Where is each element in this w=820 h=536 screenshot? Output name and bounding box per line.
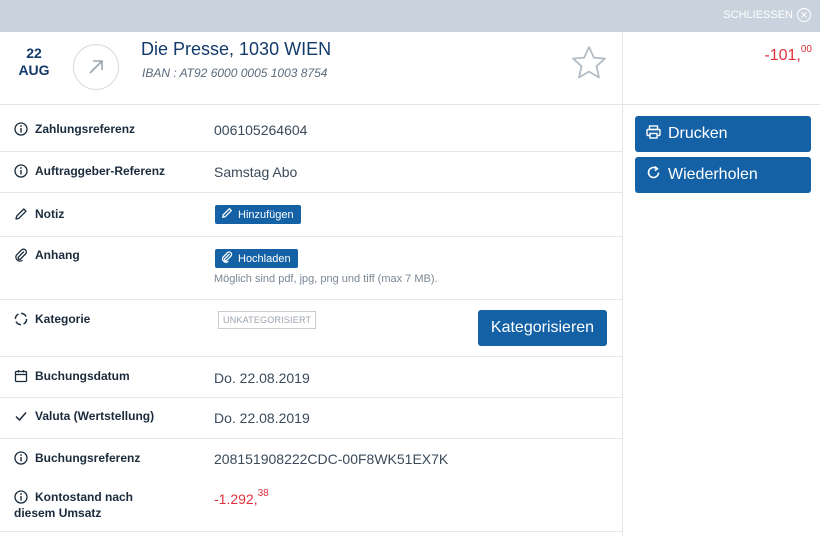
kategorie-label-wrap: Kategorie xyxy=(14,311,90,327)
upload-button[interactable]: Hochladen xyxy=(215,249,298,268)
add-note-label: Hinzufügen xyxy=(238,208,294,221)
detail-row-valuta: Valuta (Wertstellung) Do. 22.08.2019 xyxy=(0,398,622,439)
info-icon xyxy=(14,490,28,504)
detail-row-auftraggeber: Auftraggeber-Referenz Samstag Abo xyxy=(0,152,622,193)
kontostand-label-wrap: Kontostand nach xyxy=(14,489,133,505)
valuta-value: Do. 22.08.2019 xyxy=(214,410,310,426)
transaction-amount: -101,00 xyxy=(764,44,812,65)
upload-hint: Möglich sind pdf, jpg, png und tiff (max… xyxy=(214,273,438,285)
notiz-label-wrap: Notiz xyxy=(14,206,64,222)
balance-main: -1.292, xyxy=(214,491,258,507)
close-icon: ✕ xyxy=(797,8,811,22)
paperclip-icon xyxy=(14,248,28,262)
pencil-icon xyxy=(14,207,28,221)
detail-row-kontostand: Kontostand nach diesem Umsatz -1.292,38 xyxy=(0,480,622,532)
zahlungsreferenz-label: Zahlungsreferenz xyxy=(35,122,136,136)
info-icon xyxy=(14,164,28,178)
auftraggeber-label: Auftraggeber-Referenz xyxy=(35,164,166,178)
close-label: SCHLIESSEN xyxy=(723,9,793,21)
paperclip-icon xyxy=(221,251,233,266)
favorite-star-icon[interactable] xyxy=(570,44,608,82)
print-button[interactable]: Drucken xyxy=(635,116,811,152)
checkmark-icon xyxy=(14,409,28,423)
info-icon xyxy=(14,122,28,136)
kontostand-label-line1: Kontostand nach xyxy=(35,490,133,504)
kategorie-label: Kategorie xyxy=(35,312,91,326)
repeat-button[interactable]: Wiederholen xyxy=(635,157,811,193)
detail-row-zahlungsreferenz: Zahlungsreferenz 006105264604 xyxy=(0,106,622,152)
printer-icon xyxy=(646,124,661,144)
date-month: AUG xyxy=(18,62,50,78)
buchungsdatum-value: Do. 22.08.2019 xyxy=(214,370,310,386)
detail-row-kategorie: Kategorie UNKATEGORISIERT Kategorisieren xyxy=(0,300,622,357)
buchungsreferenz-label-wrap: Buchungsreferenz xyxy=(14,450,140,466)
print-label: Drucken xyxy=(668,125,728,142)
buchungsreferenz-value: 208151908222CDC-00F8WK51EX7K xyxy=(214,451,449,467)
outgoing-arrow-icon xyxy=(73,44,119,90)
detail-row-buchungsdatum: Buchungsdatum Do. 22.08.2019 xyxy=(0,357,622,398)
balance-after-value: -1.292,38 xyxy=(214,488,269,507)
transaction-title: Die Presse, 1030 WIEN xyxy=(141,39,332,59)
valuta-label: Valuta (Wertstellung) xyxy=(35,409,155,423)
auftraggeber-label-wrap: Auftraggeber-Referenz xyxy=(14,163,165,179)
close-button[interactable]: SCHLIESSEN ✕ xyxy=(723,8,811,22)
anhang-label-wrap: Anhang xyxy=(14,247,80,263)
amount-cents: 00 xyxy=(800,44,812,55)
info-icon xyxy=(14,451,28,465)
add-note-button[interactable]: Hinzufügen xyxy=(215,205,301,224)
zahlungsreferenz-value: 006105264604 xyxy=(214,122,308,138)
buchungsdatum-label: Buchungsdatum xyxy=(35,369,130,383)
category-badge: UNKATEGORISIERT xyxy=(218,311,317,329)
detail-row-notiz: Notiz Hinzufügen xyxy=(0,193,622,237)
categorize-button[interactable]: Kategorisieren xyxy=(478,310,607,346)
buchungsreferenz-label: Buchungsreferenz xyxy=(35,451,141,465)
amount-main: -101, xyxy=(764,47,801,64)
repeat-icon xyxy=(646,165,661,185)
transaction-iban: IBAN : AT92 6000 0005 1003 8754 xyxy=(142,66,328,80)
column-divider xyxy=(622,32,623,536)
kontostand-label-line2: diesem Umsatz xyxy=(14,506,102,520)
anhang-label: Anhang xyxy=(35,248,80,262)
upload-label: Hochladen xyxy=(238,252,291,265)
calendar-icon xyxy=(14,369,28,383)
buchungsdatum-label-wrap: Buchungsdatum xyxy=(14,368,130,384)
detail-row-buchungsreferenz: Buchungsreferenz 208151908222CDC-00F8WK5… xyxy=(0,439,622,480)
auftraggeber-value: Samstag Abo xyxy=(214,164,298,180)
transaction-date: 22 AUG xyxy=(14,45,54,79)
balance-cents: 38 xyxy=(257,488,269,499)
repeat-label: Wiederholen xyxy=(668,166,758,183)
zahlungsreferenz-label-wrap: Zahlungsreferenz xyxy=(14,121,135,137)
notiz-label: Notiz xyxy=(35,207,65,221)
date-day: 22 xyxy=(26,45,42,61)
top-bar: SCHLIESSEN ✕ xyxy=(0,0,820,32)
transaction-header: 22 AUG Die Presse, 1030 WIEN IBAN : AT92… xyxy=(0,32,820,105)
detail-row-anhang: Anhang Hochladen Möglich sind pdf, jpg, … xyxy=(0,237,622,300)
category-circle-icon xyxy=(14,312,28,326)
valuta-label-wrap: Valuta (Wertstellung) xyxy=(14,408,154,424)
pencil-icon xyxy=(221,207,233,222)
